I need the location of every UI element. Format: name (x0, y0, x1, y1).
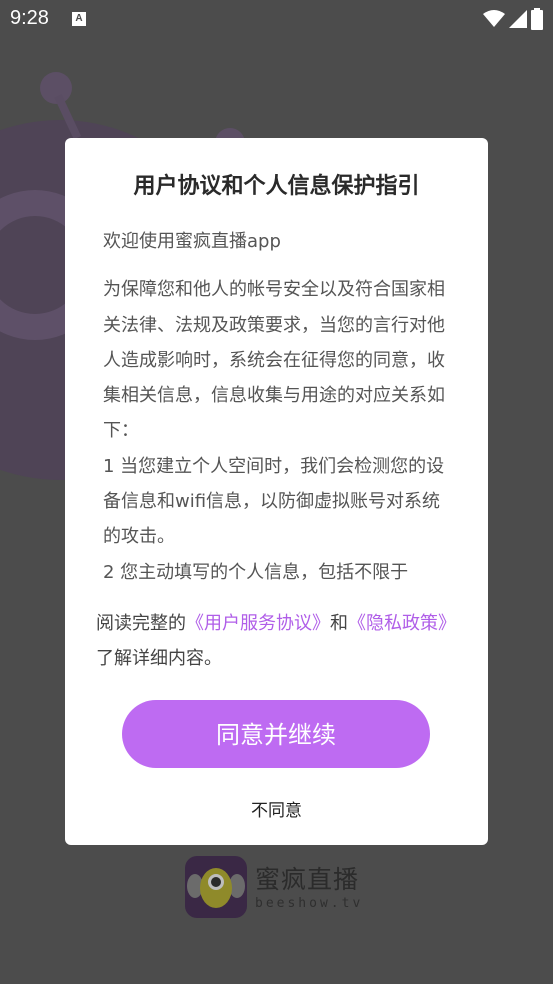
battery-icon (531, 8, 543, 30)
footer-suffix: 了解详细内容。 (96, 648, 222, 669)
disagree-button[interactable]: 不同意 (65, 796, 488, 821)
welcome-text: 欢迎使用蜜疯直播app (103, 231, 281, 252)
status-bar: 9:28 A (0, 0, 553, 38)
accessibility-a-icon: A (72, 12, 86, 26)
bee-logo-icon (185, 856, 247, 918)
body-paragraph: 2 您主动填写的个人信息，包括不限于 (103, 561, 409, 583)
brand-text: 蜜疯直播 beeshow.tv (255, 864, 363, 911)
user-agreement-link[interactable]: 《用户服务协议》 (186, 613, 330, 634)
status-icons (483, 8, 543, 30)
privacy-dialog: 用户协议和个人信息保护指引 欢迎使用蜜疯直播app 为保障您和他人的帐号安全以及… (65, 138, 488, 845)
status-time: 9:28 (10, 7, 49, 29)
footer-and: 和 (330, 613, 348, 634)
brand-domain: beeshow.tv (255, 895, 364, 911)
body-paragraph: 1 当您建立个人空间时，我们会检测您的设备信息和wifi信息，以防御虚拟账号对系… (103, 455, 445, 548)
body-paragraph: 为保障您和他人的帐号安全以及符合国家相关法律、法规及政策要求，当您的言行对他人造… (103, 279, 445, 442)
privacy-policy-link[interactable]: 《隐私政策》 (348, 613, 456, 634)
brand-name: 蜜疯直播 (255, 864, 360, 894)
dialog-title: 用户协议和个人信息保护指引 (133, 174, 420, 199)
agree-button[interactable]: 同意并继续 (122, 700, 430, 768)
footer-prefix: 阅读完整的 (96, 613, 186, 634)
agreement-footer: 阅读完整的《用户服务协议》和《隐私政策》了解详细内容。 (96, 606, 461, 676)
signal-icon (509, 10, 527, 28)
wifi-icon (483, 10, 505, 27)
brand-footer: 蜜疯直播 beeshow.tv (185, 856, 363, 918)
